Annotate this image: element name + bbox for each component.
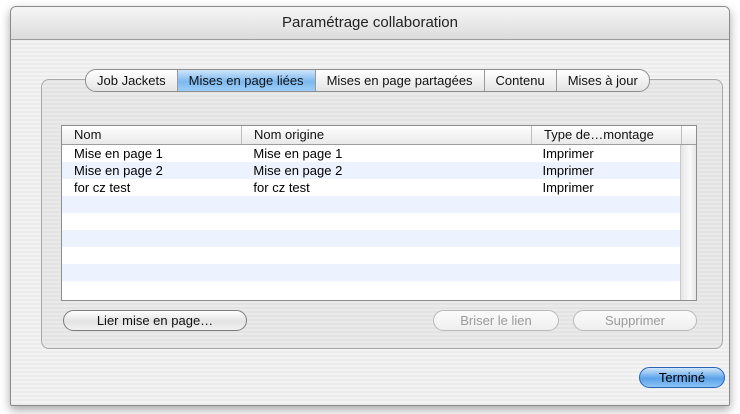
empty-row xyxy=(62,213,680,230)
cell-origin-name: Mise en page 1 xyxy=(253,146,343,161)
delete-button[interactable]: Supprimer xyxy=(573,310,697,331)
tab-shared-layouts[interactable]: Mises en page partagées xyxy=(316,70,485,91)
empty-row xyxy=(62,264,680,281)
cell-output-type: Imprimer xyxy=(542,146,594,161)
tab-bar: Job Jackets Mises en page liées Mises en… xyxy=(85,69,650,92)
tab-linked-layouts[interactable]: Mises en page liées xyxy=(177,70,316,91)
tab-updates[interactable]: Mises à jour xyxy=(557,70,649,91)
collaboration-settings-dialog: Paramétrage collaboration Job Jackets Mi… xyxy=(10,6,730,406)
table-row[interactable]: for cz test for cz test Imprimer xyxy=(62,179,680,196)
empty-row xyxy=(62,281,680,298)
cell-origin-name: Mise en page 2 xyxy=(253,163,343,178)
table-header: Nom Nom origine Type de…montage xyxy=(62,126,696,145)
cell-output-type: Imprimer xyxy=(542,163,594,178)
vertical-scrollbar[interactable] xyxy=(680,145,696,300)
column-header-name[interactable]: Nom xyxy=(62,126,242,144)
linked-layouts-table: Nom Nom origine Type de…montage Mise en … xyxy=(61,125,697,301)
empty-row xyxy=(62,247,680,264)
link-layout-button[interactable]: Lier mise en page… xyxy=(63,310,247,331)
cell-name: for cz test xyxy=(74,180,131,195)
table-body: Mise en page 1 Mise en page 1 Imprimer M… xyxy=(62,145,680,300)
column-header-origin-name[interactable]: Nom origine xyxy=(242,126,532,144)
empty-row xyxy=(62,230,680,247)
cell-output-type: Imprimer xyxy=(542,180,594,195)
column-header-output-type[interactable]: Type de…montage xyxy=(532,126,682,144)
empty-row xyxy=(62,196,680,213)
tab-job-jackets[interactable]: Job Jackets xyxy=(86,70,178,91)
done-button[interactable]: Terminé xyxy=(639,367,725,388)
cell-name: Mise en page 1 xyxy=(74,146,163,161)
break-link-button[interactable]: Briser le lien xyxy=(433,310,559,331)
tab-content[interactable]: Contenu xyxy=(485,70,557,91)
window-title: Paramétrage collaboration xyxy=(11,7,729,40)
cell-origin-name: for cz test xyxy=(253,180,310,195)
table-row[interactable]: Mise en page 2 Mise en page 2 Imprimer xyxy=(62,162,680,179)
column-header-corner xyxy=(682,126,696,144)
cell-name: Mise en page 2 xyxy=(74,163,163,178)
table-row[interactable]: Mise en page 1 Mise en page 1 Imprimer xyxy=(62,145,680,162)
